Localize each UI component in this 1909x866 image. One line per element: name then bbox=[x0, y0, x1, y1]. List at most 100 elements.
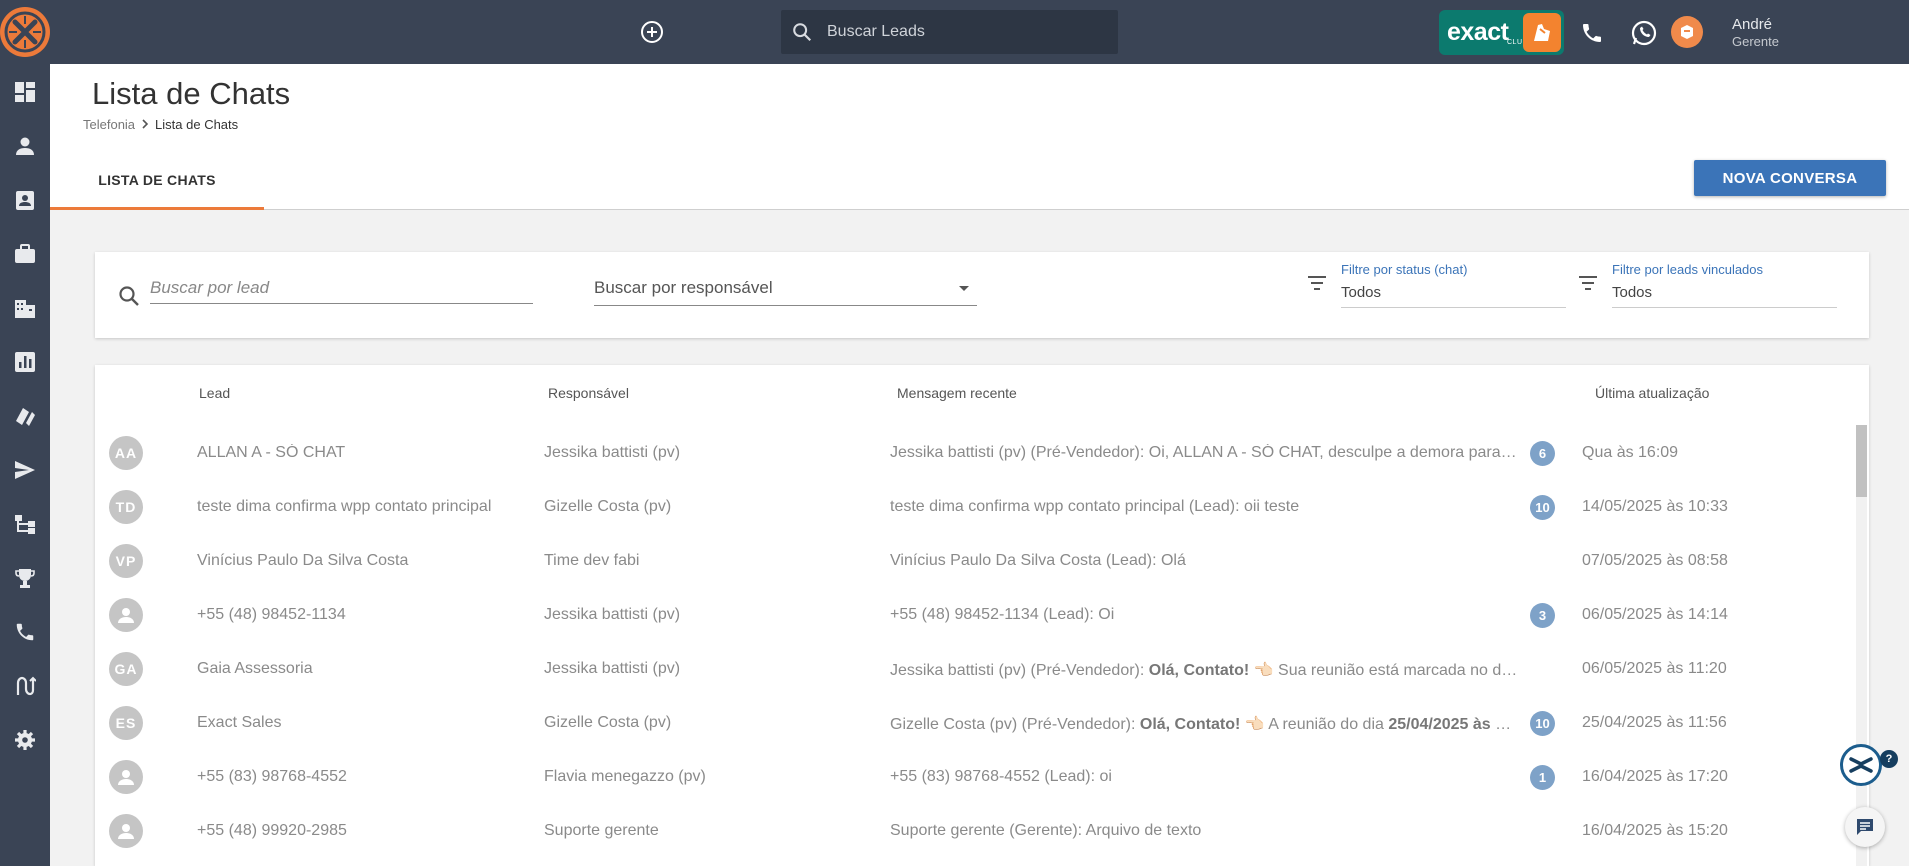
recent-message: Jessika battisti (pv) (Pré-Vendedor): Oi… bbox=[890, 444, 1520, 462]
responsavel-name: Suporte gerente bbox=[544, 822, 659, 839]
lead-name[interactable]: +55 (83) 98768-4552 bbox=[197, 768, 517, 786]
message-text-part: 25/04/2025 às 14... bbox=[1388, 716, 1520, 733]
lead-search-bar[interactable] bbox=[781, 10, 1118, 54]
whatsapp-icon[interactable] bbox=[1630, 19, 1658, 47]
lead-name[interactable]: Vinícius Paulo Da Silva Costa bbox=[197, 552, 517, 570]
contact-card-icon[interactable] bbox=[12, 187, 38, 213]
responsavel-select[interactable]: Buscar por responsável bbox=[594, 278, 977, 306]
responsavel-name: Jessika battisti (pv) bbox=[544, 606, 681, 623]
chat-widget-button[interactable] bbox=[1845, 807, 1885, 847]
responsavel-name: Gizelle Costa (pv) bbox=[544, 498, 672, 515]
avatar: AA bbox=[109, 436, 143, 470]
unread-count-badge: 10 bbox=[1530, 711, 1555, 736]
person-avatar-icon bbox=[109, 814, 143, 848]
breadcrumb: Telefonia Lista de Chats bbox=[83, 117, 238, 132]
person-icon[interactable] bbox=[12, 133, 38, 159]
breadcrumb-current: Lista de Chats bbox=[155, 117, 239, 132]
scrollbar[interactable] bbox=[1856, 425, 1867, 866]
responsavel-name: Jessika battisti (pv) bbox=[544, 660, 681, 677]
table-row[interactable]: +55 (48) 98452-1134 Jessika battisti (pv)… bbox=[95, 587, 1855, 641]
status-filter-value[interactable]: Todos bbox=[1341, 282, 1566, 308]
lead-name[interactable]: +55 (48) 98452-1134 bbox=[197, 606, 517, 624]
table-row[interactable]: VP Vinícius Paulo Da Silva Costa Time dev … bbox=[95, 533, 1855, 587]
message-text-part: +55 (83) 98768-4552 (Lead): oi bbox=[890, 768, 1112, 785]
trophy-icon[interactable] bbox=[12, 565, 38, 591]
dropdown-arrow-icon bbox=[959, 286, 969, 291]
help-widget-button[interactable] bbox=[1840, 744, 1882, 786]
column-header-responsavel[interactable]: Responsável bbox=[548, 385, 629, 401]
telephony-icon[interactable] bbox=[12, 619, 38, 645]
table-row[interactable]: +55 (83) 98768-4552 Flavia menegazzo (pv)… bbox=[95, 749, 1855, 803]
message-text-part: Olá, Contato! bbox=[1148, 662, 1250, 679]
briefcase-icon[interactable] bbox=[12, 241, 38, 267]
table-row[interactable]: TD teste dima confirma wpp contato princi… bbox=[95, 479, 1855, 533]
table-row[interactable]: ES Exact Sales Gizelle Costa (pv) Gizelle C… bbox=[95, 695, 1855, 749]
chevron-right-icon bbox=[141, 117, 149, 132]
add-icon[interactable] bbox=[639, 19, 665, 45]
new-conversation-button[interactable]: NOVA CONVERSA bbox=[1694, 160, 1886, 196]
sidebar bbox=[0, 64, 50, 866]
search-icon bbox=[117, 284, 141, 308]
dashboard-icon[interactable] bbox=[12, 79, 38, 105]
tab-lista-de-chats[interactable]: LISTA DE CHATS bbox=[50, 152, 264, 210]
recent-message: teste dima confirma wpp contato principa… bbox=[890, 498, 1520, 516]
lead-name[interactable]: ALLAN A - SÓ CHAT bbox=[197, 444, 517, 462]
lead-name[interactable]: Gaia Assessoria bbox=[197, 660, 517, 678]
chat-bubble-icon bbox=[1857, 819, 1873, 835]
lead-name[interactable]: +55 (48) 99920-2985 bbox=[197, 822, 517, 840]
route-icon[interactable] bbox=[12, 673, 38, 699]
status-filter-label: Filtre por status (chat) bbox=[1341, 262, 1468, 277]
app-logo[interactable] bbox=[0, 7, 50, 57]
help-question-icon[interactable]: ? bbox=[1880, 750, 1898, 768]
lead-search-input[interactable] bbox=[827, 23, 1087, 41]
user-role: Gerente bbox=[1732, 34, 1779, 49]
exact-club-badge[interactable]: exact CLUB bbox=[1439, 10, 1564, 55]
filter-icon bbox=[1579, 276, 1597, 290]
breadcrumb-telefonia[interactable]: Telefonia bbox=[83, 117, 135, 132]
responsavel-name: Time dev fabi bbox=[544, 552, 640, 569]
avatar: TD bbox=[109, 490, 143, 524]
reports-icon[interactable] bbox=[12, 349, 38, 375]
lead-name[interactable]: teste dima confirma wpp contato principa… bbox=[197, 498, 517, 516]
table-row[interactable]: GA Gaia Assessoria Jessika battisti (pv) Je… bbox=[95, 641, 1855, 695]
scrollbar-thumb[interactable] bbox=[1856, 425, 1867, 497]
person-avatar-icon bbox=[109, 760, 143, 794]
recent-message: +55 (48) 98452-1134 (Lead): Oi bbox=[890, 606, 1520, 624]
recent-message: +55 (83) 98768-4552 (Lead): oi bbox=[890, 768, 1520, 786]
lead-name[interactable]: Exact Sales bbox=[197, 714, 517, 732]
hierarchy-icon[interactable] bbox=[12, 511, 38, 537]
message-text-part: 👈🏻 Sua reunião está marcada no dia bbox=[1249, 662, 1519, 679]
message-text-part: Jessika battisti (pv) (Pré-Vendedor): Oi… bbox=[890, 444, 1520, 461]
message-text-part: 06/05... bbox=[1518, 662, 1520, 679]
hand-icon bbox=[1523, 13, 1561, 52]
page-header: Lista de Chats Telefonia Lista de Chats … bbox=[50, 64, 1909, 210]
table-row[interactable]: AA ALLAN A - SÓ CHAT Jessika battisti (pv)… bbox=[95, 425, 1855, 479]
send-icon[interactable] bbox=[12, 457, 38, 483]
phone-icon[interactable] bbox=[1578, 19, 1606, 47]
filter-icon bbox=[1308, 276, 1326, 290]
brand-name: exact bbox=[1447, 18, 1509, 46]
recent-message: Suporte gerente (Gerente): Arquivo de te… bbox=[890, 822, 1520, 840]
column-header-lead[interactable]: Lead bbox=[199, 385, 230, 401]
logo-icon bbox=[4, 11, 46, 53]
unread-count-badge: 3 bbox=[1530, 603, 1555, 628]
table-row[interactable]: +55 (48) 99920-2985 Suporte gerente Suport… bbox=[95, 803, 1855, 857]
message-text-part: 👈🏻 A reunião do dia bbox=[1240, 716, 1389, 733]
last-updated: 07/05/2025 às 08:58 bbox=[1582, 552, 1728, 569]
recent-message: Gizelle Costa (pv) (Pré-Vendedor): Olá, … bbox=[890, 714, 1520, 734]
company-icon[interactable] bbox=[12, 295, 38, 321]
last-updated: 06/05/2025 às 11:20 bbox=[1582, 660, 1727, 677]
lead-filter-input[interactable]: Buscar por lead bbox=[150, 274, 533, 304]
message-text-part: Suporte gerente (Gerente): Arquivo de te… bbox=[890, 822, 1202, 839]
responsavel-name: Jessika battisti (pv) bbox=[544, 444, 681, 461]
settings-icon[interactable] bbox=[12, 727, 38, 753]
linked-filter-value[interactable]: Todos bbox=[1612, 282, 1837, 308]
column-header-ultima-atualizacao[interactable]: Última atualização bbox=[1595, 385, 1709, 401]
last-updated: Qua às 16:09 bbox=[1582, 444, 1679, 461]
linked-filter-label: Filtre por leads vinculados bbox=[1612, 262, 1764, 277]
cards-icon[interactable] bbox=[12, 403, 38, 429]
avatar: GA bbox=[109, 652, 143, 686]
notification-icon[interactable] bbox=[1671, 16, 1703, 48]
message-text-part: Gizelle Costa (pv) (Pré-Vendedor): bbox=[890, 716, 1140, 733]
user-name[interactable]: André bbox=[1732, 16, 1772, 33]
